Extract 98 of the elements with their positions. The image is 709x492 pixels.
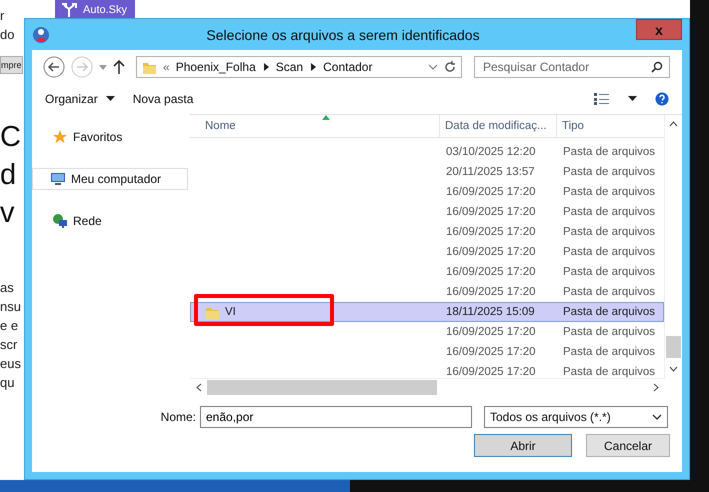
file-row[interactable]: 16/09/2025 17:20 Pasta de arquivos: [190, 222, 664, 242]
table-cell-text: Pasta de arquivos: [562, 206, 656, 218]
table-cell-text: Pasta de arquivos: [562, 226, 656, 238]
table-cell-text: 16/09/2025 17:20: [445, 286, 537, 298]
forward-icon: [70, 55, 94, 79]
breadcrumb[interactable]: Contador: [323, 60, 372, 74]
file-row[interactable]: 16/09/2025 17:20 Pasta de arquivos: [190, 182, 664, 202]
breadcrumb[interactable]: Phoenix_Folha: [176, 60, 256, 74]
tab-label: Auto.Sky: [83, 4, 128, 16]
table-cell-text: Pasta de arquivos: [562, 326, 656, 338]
table-cell-text: Pasta de arquivos: [562, 186, 656, 198]
column-header[interactable]: Data de modificaç...: [440, 115, 557, 137]
window-title: Selecione os arquivos a serem identificados: [205, 26, 481, 42]
table-cell-text: 16/09/2025 17:20: [445, 346, 537, 358]
page-text: d: [0, 158, 16, 193]
scroll-up-icon: [669, 121, 678, 127]
page-text: do: [0, 26, 14, 44]
file-row[interactable]: 16/09/2025 17:20 Pasta de arquivos: [190, 242, 664, 262]
table-cell-text: 03/10/2025 12:20: [445, 146, 537, 158]
scroll-thumb[interactable]: [207, 380, 437, 395]
back-icon: [42, 55, 66, 79]
table-cell-text: Pasta de arquivos: [562, 306, 656, 318]
caret-icon: [628, 96, 637, 102]
file-row[interactable]: 16/09/2025 17:20 Pasta de arquivos: [190, 282, 664, 302]
computer-icon: [50, 171, 66, 187]
table-cell-text: 16/09/2025 17:20: [445, 226, 537, 238]
table-cell-text: Pasta de arquivos: [562, 266, 656, 278]
scroll-down-icon: [669, 366, 678, 372]
chevron-icon: [262, 62, 270, 72]
breadcrumb[interactable]: Scan: [276, 60, 304, 74]
page-text: r: [0, 7, 4, 25]
field-label: Nome:: [160, 410, 197, 424]
search-field[interactable]: Pesquisar Contador: [474, 56, 670, 78]
table-cell: VI: [225, 306, 236, 318]
table-cell-text: 20/11/2025 13:57: [445, 166, 536, 178]
chevron-icon: [309, 62, 318, 72]
star-icon: [52, 129, 68, 145]
overflow-chevron[interactable]: «: [163, 60, 170, 74]
toolbar-button[interactable]: Organizar: [45, 92, 115, 106]
table-cell-text: 16/09/2025 17:20: [445, 266, 537, 278]
page-text: nsu: [0, 298, 21, 316]
file-row[interactable]: 16/09/2025 17:20 Pasta de arquivos: [190, 362, 664, 378]
selected-row[interactable]: VI 18/11/2025 15:09 Pasta de arquivos: [190, 302, 664, 322]
page-text: as: [0, 279, 14, 297]
file-row[interactable]: 16/09/2025 17:20 Pasta de arquivos: [190, 322, 664, 342]
open-button[interactable]: Abrir: [474, 434, 572, 457]
table-cell-text: 16/09/2025 17:20: [445, 246, 537, 258]
scroll-right-icon: [653, 383, 659, 392]
page-text: v: [0, 196, 14, 231]
caret-icon: [652, 414, 662, 420]
app-icon: [32, 26, 50, 44]
table-cell-text: Pasta de arquivos: [562, 246, 656, 258]
horizontal-scrollbar[interactable]: [190, 378, 665, 396]
refresh-icon: [444, 61, 456, 73]
table-cell-text: 16/09/2025 17:20: [445, 206, 537, 218]
table-cell-text: Pasta de arquivos: [562, 366, 656, 378]
address-bar[interactable]: « Phoenix_Folha Scan Contador: [136, 56, 462, 78]
table-cell-text: 16/09/2025 17:20: [445, 326, 537, 338]
page-button[interactable]: mpre: [0, 56, 23, 74]
dropdown-icon: [428, 62, 438, 72]
table-cell-text: 18/11/2025 15:09: [445, 306, 536, 318]
sidebar-item[interactable]: Rede: [32, 210, 188, 232]
cancel-button[interactable]: Cancelar: [586, 434, 670, 457]
vertical-scrollbar[interactable]: [664, 115, 682, 378]
toolbar-button[interactable]: Nova pasta: [132, 92, 194, 106]
close-button[interactable]: x: [636, 19, 682, 40]
search-icon: [651, 61, 663, 73]
page-text: scr: [0, 336, 18, 354]
scroll-thumb[interactable]: [666, 336, 681, 358]
scroll-left-icon: [196, 383, 202, 392]
page-text: eus: [0, 355, 21, 373]
file-row[interactable]: 20/11/2025 13:57 Pasta de arquivos: [190, 162, 664, 182]
network-icon: [52, 213, 68, 229]
file-row[interactable]: 16/09/2025 17:20 Pasta de arquivos: [190, 342, 664, 362]
sidebar-item[interactable]: Favoritos: [32, 126, 188, 148]
sort-arrow-icon: [322, 115, 330, 120]
file-row[interactable]: 03/10/2025 12:20 Pasta de arquivos: [190, 142, 664, 162]
caret-icon: [98, 62, 108, 72]
help-icon: [655, 92, 669, 106]
page-text: e e: [0, 317, 18, 335]
table-cell-text: Pasta de arquivos: [562, 146, 656, 158]
filename-field[interactable]: enão,por: [200, 406, 472, 428]
file-row[interactable]: 16/09/2025 17:20 Pasta de arquivos: [190, 202, 664, 222]
page-text: C: [0, 120, 21, 155]
up-arrow-icon: [112, 59, 126, 75]
page-text: qu: [0, 374, 14, 392]
file-type-dropdown[interactable]: Todos os arquivos (*.*): [484, 406, 668, 428]
column-header[interactable]: Tipo: [557, 115, 664, 137]
table-cell-text: Pasta de arquivos: [562, 346, 656, 358]
table-cell-text: Pasta de arquivos: [562, 166, 656, 178]
table-cell-text: 16/09/2025 17:20: [445, 186, 537, 198]
arrows-icon: [61, 2, 77, 18]
view-options-icon: [594, 93, 610, 105]
sidebar-item[interactable]: Meu computador: [32, 168, 188, 190]
file-row[interactable]: 16/09/2025 17:20 Pasta de arquivos: [190, 262, 664, 282]
table-cell-text: 16/09/2025 17:20: [445, 366, 537, 378]
browser-tab[interactable]: Auto.Sky: [55, 0, 135, 20]
table-cell-text: Pasta de arquivos: [562, 286, 656, 298]
